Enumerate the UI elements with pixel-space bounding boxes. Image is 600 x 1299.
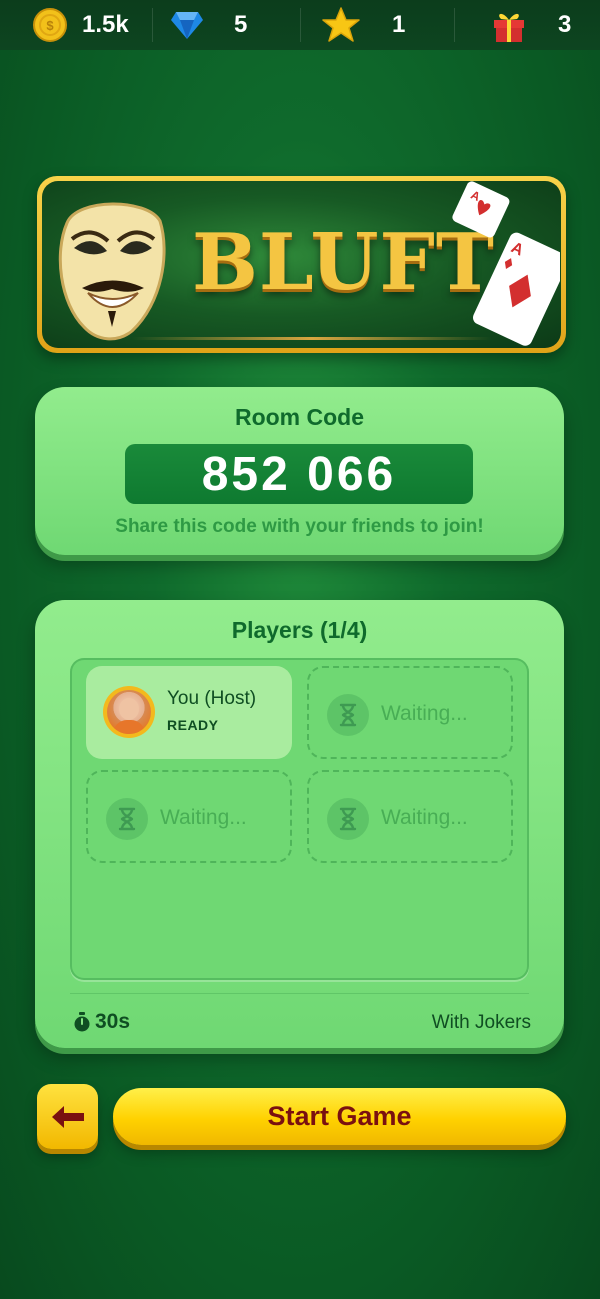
share-instructions: Share this code with your friends to joi…	[115, 516, 484, 537]
game-mode-label: With Jokers	[431, 1012, 531, 1033]
back-arrow-icon	[51, 1105, 84, 1128]
hourglass-icon	[327, 798, 369, 840]
player-slot-empty: Waiting...	[86, 770, 292, 863]
svg-text:$: $	[46, 18, 54, 33]
players-card: Players (1/4) You (Host) READY Waiting..…	[35, 600, 564, 1048]
player-slots-grid: You (Host) READY Waiting... Waiting... W…	[70, 658, 529, 980]
player-slot-empty: Waiting...	[307, 666, 513, 759]
stopwatch-icon	[74, 1012, 90, 1032]
coin-icon: $	[33, 8, 67, 42]
start-game-button[interactable]: Start Game	[113, 1088, 566, 1145]
gems-stat[interactable]: 5	[170, 0, 247, 50]
gem-icon	[171, 12, 203, 39]
divider	[152, 8, 153, 42]
game-logo-banner: BLUFT A A	[37, 176, 566, 353]
currency-bar: $ 1.5k 5 1 3	[0, 0, 600, 50]
divider	[454, 8, 455, 42]
players-heading: Players (1/4)	[231, 617, 368, 643]
waiting-label: Waiting...	[381, 702, 468, 725]
coins-stat[interactable]: $ 1.5k	[32, 0, 129, 50]
room-code-heading: Room Code	[234, 404, 365, 430]
player-slot-host[interactable]: You (Host) READY	[86, 666, 292, 759]
player-name: You (Host)	[167, 688, 257, 709]
gifts-stat[interactable]: 3	[490, 0, 571, 50]
star-icon	[322, 7, 360, 42]
room-code-card: Room Code 852 066 Share this code with y…	[35, 387, 564, 555]
hourglass-icon	[106, 798, 148, 840]
stars-stat[interactable]: 1	[322, 0, 405, 50]
room-code-value[interactable]: 852 066	[125, 444, 473, 504]
turn-timer: 30s	[73, 1010, 130, 1034]
timer-value: 30s	[95, 1010, 131, 1033]
player-ready-status: READY	[167, 717, 219, 733]
footer-divider	[70, 993, 529, 994]
waiting-label: Waiting...	[160, 806, 247, 829]
divider	[300, 8, 301, 42]
playing-cards-icon: A A	[452, 181, 560, 346]
banner-divider	[132, 337, 492, 340]
gifts-value: 3	[558, 11, 572, 38]
waiting-label: Waiting...	[381, 806, 468, 829]
stars-value: 1	[392, 11, 406, 38]
hourglass-icon	[327, 694, 369, 736]
gems-value: 5	[234, 11, 248, 38]
avatar	[103, 686, 155, 738]
player-slot-empty: Waiting...	[307, 770, 513, 863]
mask-icon	[58, 202, 166, 341]
back-button[interactable]	[37, 1084, 98, 1149]
gift-icon	[494, 13, 524, 42]
coins-value: 1.5k	[82, 11, 129, 38]
